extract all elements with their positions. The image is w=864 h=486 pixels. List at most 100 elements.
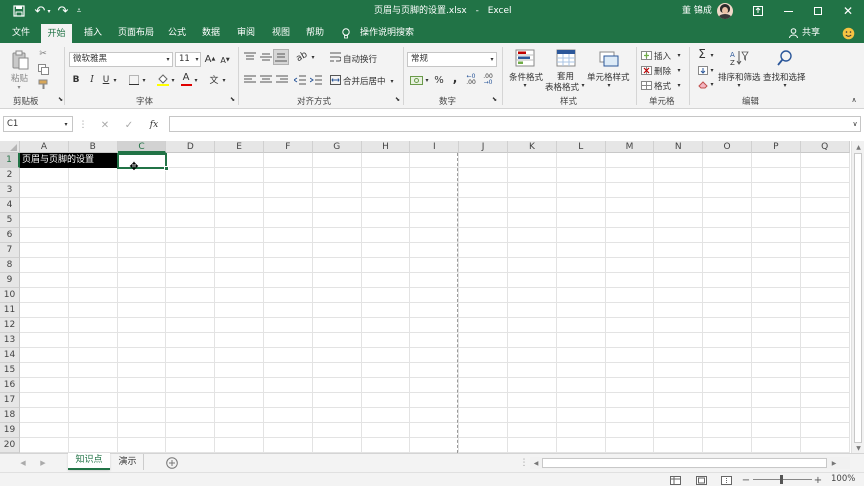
row-header-19[interactable]: 19: [0, 423, 20, 438]
scroll-right-icon[interactable]: ▶: [830, 459, 838, 467]
horizontal-scroll-thumb[interactable]: [542, 458, 827, 468]
align-right-icon[interactable]: [275, 73, 289, 87]
undo-dropdown-icon[interactable]: ▾: [46, 5, 52, 17]
add-sheet-icon[interactable]: [165, 456, 179, 470]
paste-icon[interactable]: [10, 49, 30, 71]
insert-cells-icon[interactable]: [640, 50, 652, 60]
conditional-formatting-icon[interactable]: [514, 48, 536, 68]
column-header-k[interactable]: K: [508, 141, 557, 153]
wrap-text-button[interactable]: 自动换行: [343, 53, 377, 65]
row-header-12[interactable]: 12: [0, 318, 20, 333]
column-header-p[interactable]: P: [752, 141, 801, 153]
share-icon[interactable]: [788, 27, 798, 39]
column-header-l[interactable]: L: [556, 141, 606, 153]
column-header-i[interactable]: I: [410, 141, 460, 153]
orientation-icon[interactable]: ab: [292, 47, 311, 66]
prev-sheet-icon[interactable]: ◀: [18, 457, 28, 469]
tab-data[interactable]: 数据: [198, 23, 224, 43]
maximize-icon[interactable]: [812, 5, 824, 17]
tab-page-layout[interactable]: 页面布局: [114, 23, 158, 43]
customize-qat-icon[interactable]: ⩡: [74, 4, 84, 18]
cell-a1[interactable]: 页眉与页脚的设置: [20, 153, 117, 168]
merge-center-button[interactable]: 合并后居中: [343, 75, 386, 87]
row-header-17[interactable]: 17: [0, 393, 20, 408]
wrap-text-icon[interactable]: [329, 51, 341, 63]
number-format-dropdown[interactable]: 常规: [407, 52, 497, 67]
conditional-formatting-dropdown-icon[interactable]: ▾: [522, 81, 528, 89]
name-box-chevron-down-icon[interactable]: ▾: [62, 118, 70, 130]
smiley-icon[interactable]: [841, 26, 855, 40]
font-color-icon[interactable]: A: [180, 72, 192, 86]
find-select-dropdown-icon[interactable]: ▾: [782, 81, 788, 89]
format-cells-dropdown-icon[interactable]: ▾: [676, 80, 682, 90]
formula-input[interactable]: [169, 116, 861, 132]
insert-function-icon[interactable]: fx: [147, 118, 161, 132]
active-cell[interactable]: [117, 153, 167, 169]
cell-styles-dropdown-icon[interactable]: ▾: [606, 81, 612, 89]
bold-button[interactable]: B: [70, 73, 82, 87]
orientation-dropdown-icon[interactable]: ▾: [310, 51, 316, 63]
delete-cells-icon[interactable]: [640, 65, 652, 75]
column-header-a[interactable]: A: [20, 141, 69, 153]
comma-style-button[interactable]: ,: [450, 71, 460, 85]
collapse-ribbon-icon[interactable]: ∧: [849, 96, 859, 104]
tab-file[interactable]: 文件: [8, 23, 34, 43]
phonetic-guide-icon[interactable]: 文: [208, 72, 220, 86]
row-header-16[interactable]: 16: [0, 378, 20, 393]
row-header-4[interactable]: 4: [0, 198, 20, 213]
clear-icon[interactable]: [697, 79, 709, 89]
font-name-chevron-down-icon[interactable]: ▾: [164, 53, 172, 65]
row-header-3[interactable]: 3: [0, 183, 20, 198]
column-header-d[interactable]: D: [166, 141, 216, 153]
column-header-f[interactable]: F: [264, 141, 313, 153]
minimize-icon[interactable]: [782, 5, 794, 17]
user-name[interactable]: 董 锦成: [682, 0, 712, 23]
page-layout-view-icon[interactable]: [694, 474, 708, 486]
paste-dropdown-icon[interactable]: ▾: [15, 83, 23, 91]
autosum-dropdown-icon[interactable]: ▾: [709, 49, 715, 61]
vertical-scrollbar[interactable]: ▲ ▼: [851, 141, 864, 453]
fill-handle[interactable]: [164, 166, 169, 171]
zoom-level[interactable]: 100%: [831, 474, 855, 484]
increase-font-size-icon[interactable]: A ▲: [204, 52, 216, 66]
fill-color-dropdown-icon[interactable]: ▾: [170, 74, 176, 86]
column-header-e[interactable]: E: [215, 141, 264, 153]
column-header-g[interactable]: G: [312, 141, 362, 153]
column-header-b[interactable]: B: [68, 141, 118, 153]
avatar[interactable]: [717, 3, 733, 19]
autosum-button[interactable]: Σ: [696, 47, 708, 61]
normal-view-icon[interactable]: [668, 474, 682, 486]
page-break-view-icon[interactable]: [719, 474, 733, 486]
fill-icon[interactable]: [697, 65, 709, 75]
decrease-font-size-icon[interactable]: A ▼: [219, 53, 231, 67]
tab-home[interactable]: 开始: [41, 24, 72, 43]
accounting-dropdown-icon[interactable]: ▾: [424, 74, 430, 86]
delete-cells-dropdown-icon[interactable]: ▾: [676, 65, 682, 75]
column-header-c[interactable]: C: [117, 141, 167, 153]
column-header-h[interactable]: H: [361, 141, 411, 153]
row-header-6[interactable]: 6: [0, 228, 20, 243]
zoom-out-icon[interactable]: −: [741, 474, 751, 486]
column-header-q[interactable]: Q: [800, 141, 850, 153]
underline-dropdown-icon[interactable]: ▾: [112, 74, 118, 86]
insert-cells-button[interactable]: 插入: [654, 50, 671, 62]
cancel-entry-icon[interactable]: ✕: [99, 118, 111, 132]
tab-formulas[interactable]: 公式: [164, 23, 190, 43]
font-size-chevron-down-icon[interactable]: ▾: [193, 53, 201, 65]
formula-bar-menu-icon[interactable]: ⋮: [79, 119, 88, 131]
row-header-11[interactable]: 11: [0, 303, 20, 318]
format-cells-button[interactable]: 格式: [654, 80, 671, 92]
increase-indent-icon[interactable]: [309, 73, 323, 87]
share-button[interactable]: 共享: [798, 23, 824, 43]
format-as-table-dropdown-icon[interactable]: ▾: [580, 81, 586, 90]
merge-dropdown-icon[interactable]: ▾: [389, 75, 395, 87]
delete-cells-button[interactable]: 删除: [654, 65, 671, 77]
sort-filter-icon[interactable]: AZ: [728, 48, 750, 68]
sheet-tab-yanshi[interactable]: 演示: [112, 454, 144, 470]
zoom-in-icon[interactable]: +: [813, 474, 823, 486]
sheet-tab-zhishidian[interactable]: 知识点: [68, 453, 110, 470]
font-name-dropdown[interactable]: 微软雅黑: [69, 52, 173, 67]
tab-insert[interactable]: 插入: [80, 23, 106, 43]
row-header-13[interactable]: 13: [0, 333, 20, 348]
row-header-8[interactable]: 8: [0, 258, 20, 273]
